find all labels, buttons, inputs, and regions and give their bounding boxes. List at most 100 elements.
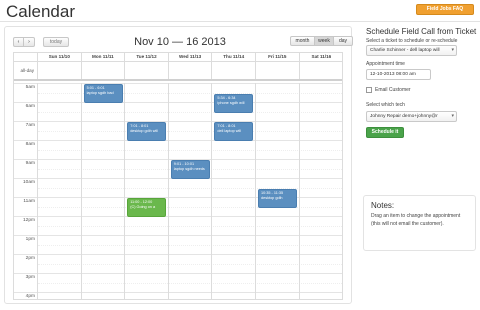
day-column-divider [211,83,213,299]
hour-row[interactable]: 1pm [14,235,342,254]
calendar-event[interactable]: 5:34 - 6:34 iphone sgdh will [214,93,254,113]
sidebar-title: Schedule Field Call from Ticket [366,27,477,36]
hour-row[interactable]: 3pm [14,273,342,292]
ticket-select-value: Charlie Schinner - dell laptop will [370,48,440,53]
all-day-slot[interactable] [300,62,342,79]
hour-row[interactable]: 8am [14,140,342,159]
calendar-event[interactable]: 10:35 - 11:35 desktop gdih [258,188,297,208]
all-day-slot[interactable] [82,62,126,79]
hour-label: 9am [25,161,35,166]
calendar-panel: ‹ › today Nov 10 — 16 2013 month week da… [4,26,353,304]
email-customer-label: Email Customer [375,87,411,93]
chevron-down-icon: ▾ [451,47,454,53]
day-column-divider [37,83,38,299]
hour-row[interactable]: 5am [14,83,342,102]
all-day-slot[interactable] [38,62,82,79]
half-hour-line [38,226,342,227]
day-header: Mon 11/11 [82,53,126,61]
day-view-button[interactable]: day [334,36,353,46]
half-hour-line [38,245,342,246]
hour-label: 8am [25,142,35,147]
hour-label: 7am [25,123,35,128]
hour-row[interactable]: 2pm [14,254,342,273]
event-title: laptop sgdh bad [86,91,114,95]
hour-label: 12pm [23,218,35,223]
half-hour-line [38,207,342,208]
all-day-slot[interactable] [256,62,300,79]
view-switcher: month week day [290,36,353,46]
hour-row[interactable]: 7am [14,121,342,140]
hour-label: 10am [23,180,35,185]
half-hour-line [38,131,342,132]
field-jobs-faq-button[interactable]: Field Jobs FAQ [416,4,474,15]
tech-select[interactable]: Johnny Repair demo+johnny@r ▾ [366,111,457,122]
tech-label: Select which tech [366,102,405,108]
ticket-label: Select a ticket to schedule or re-schedu… [366,38,458,44]
prev-week-button[interactable]: ‹ [13,37,24,47]
day-header: Sat 11/16 [311,54,332,59]
day-column-divider [80,83,82,299]
header-divider [0,21,480,22]
half-hour-line [38,283,342,284]
hour-label: 6am [25,104,35,109]
next-week-button[interactable]: › [24,37,35,47]
all-day-label: all-day [14,62,38,79]
day-header: Sun 11/10 [38,53,82,61]
month-view-button[interactable]: month [290,36,315,46]
half-hour-line [38,188,342,189]
half-hour-line [38,264,342,265]
today-button[interactable]: today [43,37,69,47]
all-day-row: all-day [14,62,342,81]
all-day-slot[interactable] [212,62,256,79]
hour-row[interactable]: 12pm [14,216,342,235]
notes-panel: Notes: Drag an item to change the appoin… [363,195,476,251]
email-customer-checkbox[interactable] [366,87,372,93]
hour-label: 5am [25,85,35,90]
chevron-down-icon: ▾ [451,113,454,119]
day-column-divider [124,83,126,299]
day-header: Wed 11/13 [169,53,213,61]
hour-label: 3pm [25,275,35,280]
all-day-slot[interactable] [125,62,169,79]
calendar-event[interactable]: 5:01 - 6:01 laptop sgdh bad [83,84,123,103]
tech-select-value: Johnny Repair demo+johnny@r [370,114,438,119]
page-title: Calendar [6,2,75,21]
header-gutter [14,53,38,61]
day-header: Fri 11/15 [256,53,300,61]
calendar-event[interactable]: 7:01 - 8:01 dell laptop will [214,122,254,141]
calendar-nav: ‹ › [13,37,35,47]
time-grid[interactable]: 5am 6am 7am 8am 9am 10am 11am 12pm 1pm 2pm 3pm 4pm 5… [14,83,342,299]
day-header: Thu 11/14 [212,53,256,61]
half-hour-line [38,112,342,113]
notes-title: Notes: [371,201,395,210]
appointment-label: Appointment time [366,61,405,67]
hour-row[interactable]: 4pm [14,292,342,299]
day-header-row: Sun 11/10 Mon 11/11 Tue 11/12 Wed 11/13 … [14,53,342,62]
week-view-button[interactable]: week [315,36,334,46]
ticket-select[interactable]: Charlie Schinner - dell laptop will ▾ [366,45,457,56]
schedule-it-button[interactable]: Schedule it [366,127,404,138]
day-column-divider [298,83,300,299]
hour-row[interactable]: 6am [14,102,342,121]
event-title: (C) Going on a [130,205,156,209]
calendar-event[interactable]: 7:01 - 8:01 desktop gdih will [127,122,167,141]
notes-body: Drag an item to change the appointment (… [371,213,461,227]
hour-label: 11am [23,199,35,204]
day-column-divider [255,83,256,299]
all-day-slot[interactable] [169,62,213,79]
event-title: laptop sgdh needs [173,167,205,171]
hour-label: 2pm [25,256,35,261]
calendar-event[interactable]: 11:00 - 12:00 (C) Going on a [127,198,167,217]
hour-label: 4pm [25,294,35,299]
appointment-time-input[interactable]: 12-10-2013 08:00 am [366,69,431,80]
calendar-event[interactable]: 9:01 - 10:01 laptop sgdh needs [170,160,210,179]
date-range-title: Nov 10 — 16 2013 [134,36,226,48]
week-grid: Sun 11/10 Mon 11/11 Tue 11/12 Wed 11/13 … [13,52,343,300]
event-title: dell laptop will [217,129,242,133]
event-title: desktop gdih will [130,129,159,133]
day-column-divider [167,83,169,299]
hour-label: 1pm [25,237,35,242]
half-hour-line [38,150,342,151]
page: Calendar Field Jobs FAQ ‹ › today Nov 10… [0,0,480,310]
day-header: Tue 11/12 [125,53,169,61]
